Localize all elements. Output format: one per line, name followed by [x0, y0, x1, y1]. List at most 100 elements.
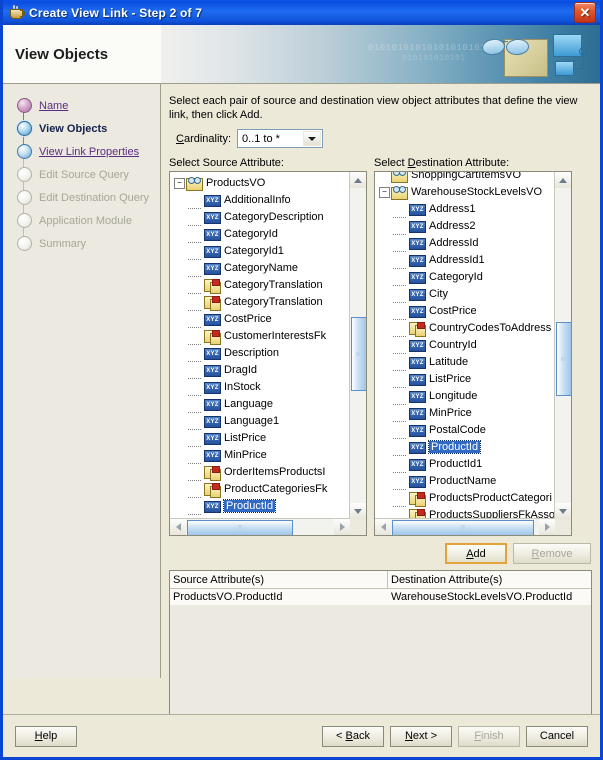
- tree-node[interactable]: XYZ ProductId: [170, 497, 350, 515]
- attribute-pairs-table[interactable]: Source Attribute(s) Destination Attribut…: [169, 570, 592, 715]
- tree-node-clipped[interactable]: ShoppingCartItemsVO: [375, 172, 555, 183]
- tree-node[interactable]: XYZ InStock: [170, 378, 350, 396]
- tree-node[interactable]: XYZ Latitude: [375, 353, 555, 371]
- tree-node[interactable]: XYZ Address1: [375, 200, 555, 218]
- cardinality-row: Cardinality: 0..1 to *: [176, 129, 592, 148]
- scrollbar-thumb[interactable]: [351, 317, 366, 391]
- tree-node[interactable]: CategoryTranslation: [170, 293, 350, 311]
- tree-node[interactable]: XYZ City: [375, 285, 555, 303]
- tree-node[interactable]: XYZ CategoryId: [170, 225, 350, 243]
- scrollbar-thumb[interactable]: [187, 520, 293, 535]
- tree-node[interactable]: XYZProductId1: [375, 455, 555, 473]
- tree-node-label: AddressId: [429, 236, 479, 249]
- close-icon[interactable]: ✕: [574, 2, 596, 23]
- chevron-down-icon[interactable]: [303, 131, 322, 146]
- source-vertical-scrollbar[interactable]: [349, 172, 366, 519]
- tree-node[interactable]: ProductCategoriesFk: [170, 480, 350, 498]
- tree-node[interactable]: XYZ CostPrice: [375, 302, 555, 320]
- glasses-icon: [480, 35, 538, 57]
- help-button[interactable]: Help: [15, 725, 77, 747]
- tree-node[interactable]: XYZ Address2: [375, 217, 555, 235]
- tree-node[interactable]: CategoryTranslation: [170, 276, 350, 294]
- tree-node[interactable]: XYZ CategoryDescription: [170, 208, 350, 226]
- scroll-left-icon[interactable]: [170, 519, 186, 535]
- sidebar-item-label: View Link Properties: [39, 145, 140, 158]
- add-button[interactable]: Add: [445, 543, 507, 564]
- attribute-icon: XYZ: [409, 338, 426, 352]
- sidebar-item-name[interactable]: Name: [3, 94, 160, 117]
- source-horizontal-scrollbar[interactable]: [170, 518, 350, 535]
- tree-node-label: Latitude: [429, 355, 469, 368]
- sidebar-item-view-link-properties[interactable]: View Link Properties: [3, 129, 160, 163]
- tree-node[interactable]: XYZ DragId: [170, 361, 350, 379]
- tree-node[interactable]: XYZ AddressId1: [375, 251, 555, 269]
- tree-node[interactable]: XYZ Language1: [170, 412, 350, 430]
- attribute-icon: XYZ: [409, 202, 426, 216]
- destination-horizontal-scrollbar[interactable]: [375, 518, 555, 535]
- tree-node[interactable]: XYZ ListPrice: [170, 429, 350, 447]
- tree-node[interactable]: XYZ Description: [170, 344, 350, 362]
- tree-node[interactable]: XYZ MinPrice: [170, 446, 350, 464]
- association-icon: [204, 482, 221, 498]
- sidebar-item-view-objects[interactable]: View Objects: [3, 106, 160, 140]
- scroll-up-icon[interactable]: [555, 172, 571, 188]
- tree-node[interactable]: OrderItemsProductsI: [170, 463, 350, 481]
- source-tree[interactable]: − ProductsVO XYZ AdditionalInfo XYZ CategoryD…: [170, 172, 350, 519]
- tree-node[interactable]: XYZ ProductId: [375, 438, 555, 456]
- tree-node[interactable]: XYZ Longitude: [375, 387, 555, 405]
- tree-node[interactable]: XYZ CostPrice: [170, 310, 350, 328]
- tree-node[interactable]: XYZ AddressId: [375, 234, 555, 252]
- tree-node[interactable]: XYZ ProductName: [375, 472, 555, 490]
- tree-node[interactable]: XYZ Language: [170, 395, 350, 413]
- scroll-down-icon[interactable]: [350, 503, 366, 519]
- tree-node-label: PostalCode: [429, 423, 486, 436]
- tree-node-label: ListPrice: [224, 431, 267, 444]
- box-icon: [555, 61, 574, 76]
- attribute-icon: XYZ: [204, 346, 221, 360]
- tree-node[interactable]: XYZ CategoryName: [170, 259, 350, 277]
- table-row[interactable]: ProductsVO.ProductId WarehouseStockLevel…: [170, 589, 591, 605]
- scroll-down-icon[interactable]: [555, 503, 571, 519]
- tree-node[interactable]: XYZ AdditionalInfo: [170, 191, 350, 209]
- attribute-icon: XYZ: [204, 244, 221, 258]
- cardinality-label: Cardinality:: [176, 132, 232, 145]
- source-pane: Select Source Attribute: − ProductsVO XYZ A…: [169, 157, 367, 536]
- tree-node[interactable]: CustomerInterestsFk: [170, 327, 350, 345]
- back-button-label-rest: ack: [352, 730, 370, 742]
- step-bullet-current-icon: [17, 121, 32, 136]
- destination-vertical-scrollbar[interactable]: [554, 172, 571, 519]
- scrollbar-corner: [350, 519, 366, 535]
- main-panel: Select each pair of source and destinati…: [161, 84, 600, 715]
- next-button[interactable]: Next >: [390, 725, 452, 747]
- collapse-icon[interactable]: −: [379, 187, 390, 198]
- create-view-link-dialog: Create View Link - Step 2 of 7 ✕ View Ob…: [0, 0, 603, 760]
- tree-node-label: Description: [224, 346, 280, 359]
- tree-node-root[interactable]: − ProductsVO: [170, 174, 350, 191]
- destination-tree[interactable]: ShoppingCartItemsVO − WarehouseStockLevels…: [375, 172, 555, 519]
- attribute-panes: Select Source Attribute: − ProductsVO XYZ A…: [169, 157, 592, 536]
- tree-node[interactable]: CountryCodesToAddress: [375, 319, 555, 337]
- tree-node-label: CategoryName: [224, 261, 298, 274]
- scrollbar-thumb[interactable]: [556, 322, 571, 396]
- binary-art-line-2: 010101010101: [402, 54, 466, 63]
- cancel-button[interactable]: Cancel: [526, 725, 588, 747]
- tree-node[interactable]: XYZ MinPrice: [375, 404, 555, 422]
- sidebar-item-edit-source-query: Edit Source Query: [3, 152, 160, 186]
- tree-node[interactable]: XYZ CategoryId: [375, 268, 555, 286]
- scroll-up-icon[interactable]: [350, 172, 366, 188]
- tree-node[interactable]: ProductsProductCategori: [375, 489, 555, 507]
- tree-node[interactable]: XYZ ListPrice: [375, 370, 555, 388]
- attribute-icon: XYZ: [409, 355, 426, 369]
- scroll-left-icon[interactable]: [375, 519, 391, 535]
- cardinality-dropdown[interactable]: 0..1 to *: [237, 129, 324, 148]
- collapse-icon[interactable]: −: [174, 178, 185, 189]
- scroll-right-icon[interactable]: [334, 519, 350, 535]
- scrollbar-thumb[interactable]: [392, 520, 534, 535]
- tree-node[interactable]: XYZ CountryId: [375, 336, 555, 354]
- tree-node-root[interactable]: − WarehouseStockLevelsVO: [375, 183, 555, 200]
- tree-node[interactable]: XYZ PostalCode: [375, 421, 555, 439]
- tree-node-label: Longitude: [429, 389, 478, 402]
- scroll-right-icon[interactable]: [539, 519, 555, 535]
- tree-node[interactable]: XYZ CategoryId1: [170, 242, 350, 260]
- back-button[interactable]: < Back: [322, 725, 384, 747]
